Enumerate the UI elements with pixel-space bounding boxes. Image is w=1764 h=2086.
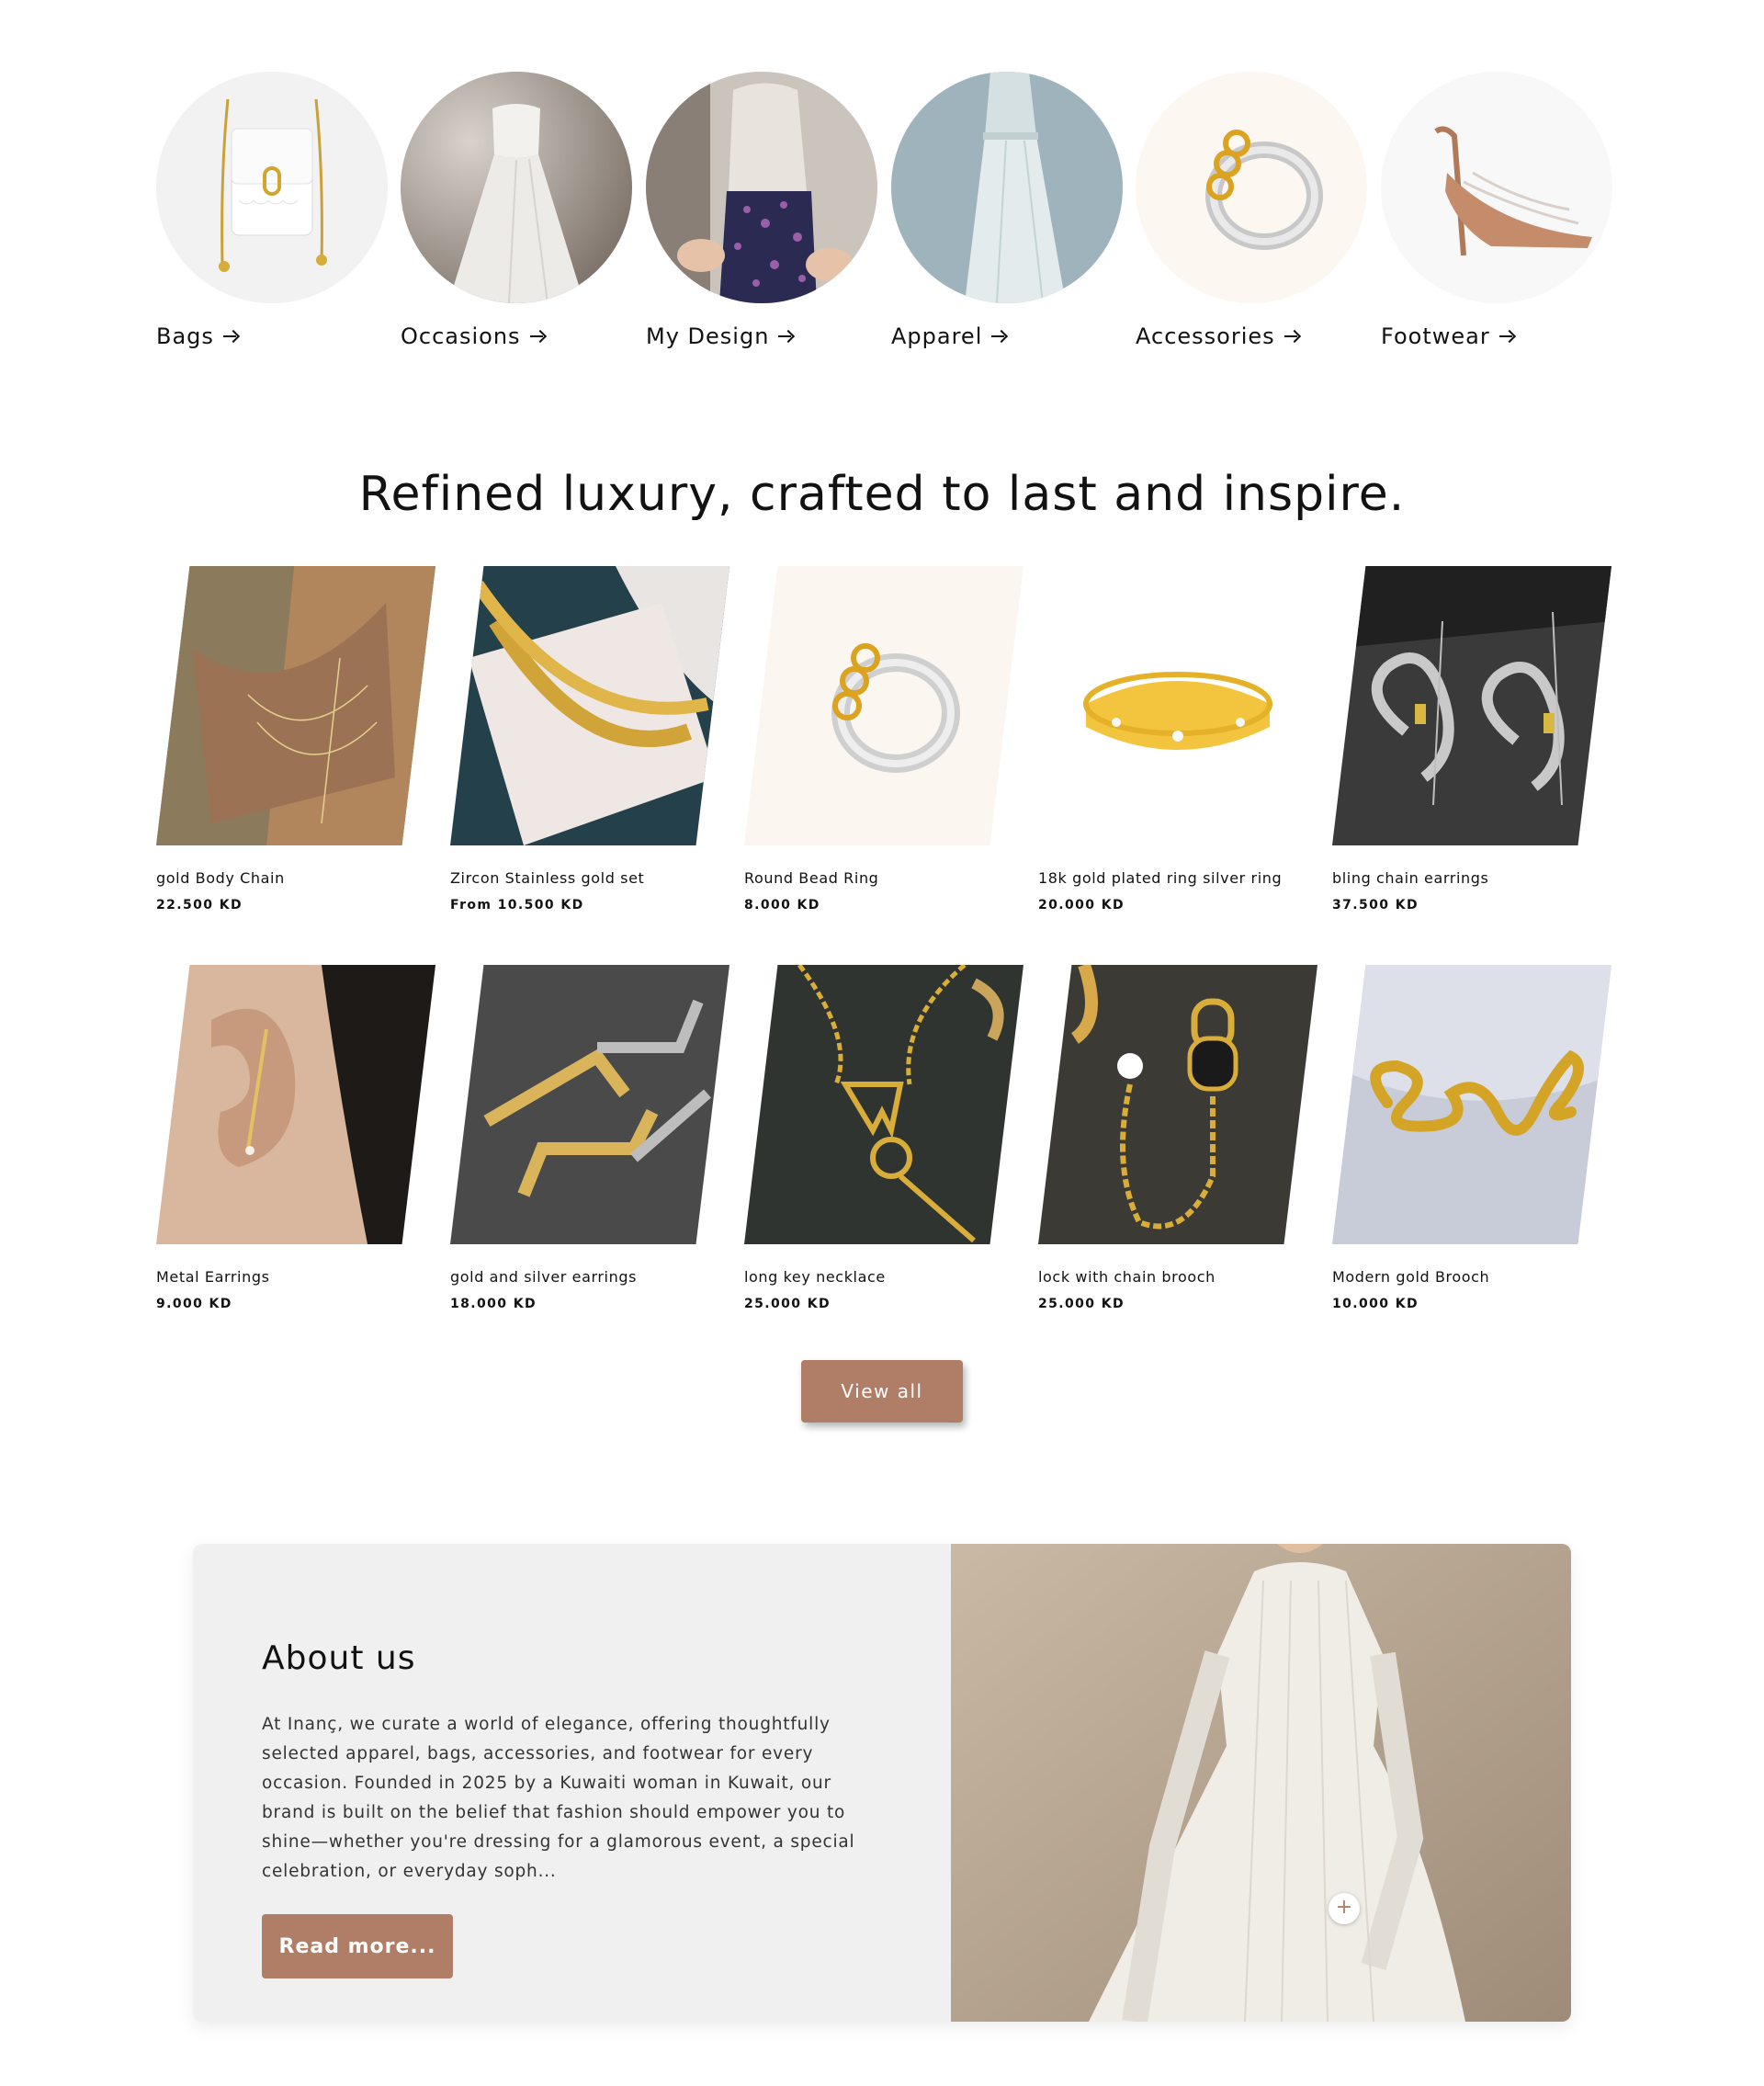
product-image[interactable]	[744, 965, 1023, 1244]
product-title[interactable]: Round Bead Ring	[744, 869, 1023, 887]
category-apparel[interactable]: Apparel	[891, 72, 1123, 349]
product-price: 8.000 KD	[744, 898, 820, 913]
category-link-apparel[interactable]: Apparel	[891, 323, 1123, 349]
product-card[interactable]: long key necklace 25.000 KD	[744, 965, 1023, 1311]
product-image[interactable]	[744, 566, 1023, 845]
product-card[interactable]: gold and silver earrings 18.000 KD	[450, 965, 729, 1311]
about-body: At Inanç, we curate a world of elegance,…	[262, 1715, 855, 1881]
category-link-bags[interactable]: Bags	[156, 323, 388, 349]
category-my-design[interactable]: My Design	[646, 72, 877, 349]
category-list: Bags Occasions My Design Apparel Accesso…	[156, 72, 1612, 366]
product-image[interactable]	[450, 965, 729, 1244]
category-image-apparel[interactable]	[891, 72, 1123, 303]
product-title[interactable]: Metal Earrings	[156, 1268, 435, 1286]
arrow-right-icon	[529, 330, 547, 343]
category-image-occasions[interactable]	[401, 72, 632, 303]
arrow-right-icon	[222, 330, 240, 343]
product-title[interactable]: lock with chain brooch	[1038, 1268, 1317, 1286]
product-image[interactable]	[1332, 965, 1611, 1244]
product-image[interactable]	[450, 566, 729, 845]
image-hotspot-plus-icon[interactable]: +	[1329, 1893, 1360, 1924]
category-bags[interactable]: Bags	[156, 72, 388, 349]
product-title[interactable]: Modern gold Brooch	[1332, 1268, 1611, 1286]
product-price: 10.000 KD	[1332, 1297, 1419, 1311]
category-footwear[interactable]: Footwear	[1381, 72, 1612, 349]
product-card[interactable]: Zircon Stainless gold set From 10.500 KD	[450, 566, 729, 913]
category-label: Apparel	[891, 323, 983, 349]
product-card[interactable]: Round Bead Ring 8.000 KD	[744, 566, 1023, 913]
product-image[interactable]	[1038, 965, 1317, 1244]
collection-heading: Refined luxury, crafted to last and insp…	[358, 467, 1406, 522]
about-title: About us	[262, 1639, 416, 1677]
product-title[interactable]: 18k gold plated ring silver ring	[1038, 869, 1317, 887]
category-image-footwear[interactable]	[1381, 72, 1612, 303]
product-price: 37.500 KD	[1332, 898, 1419, 913]
product-price: 18.000 KD	[450, 1297, 537, 1311]
category-image-my-design[interactable]	[646, 72, 877, 303]
product-card[interactable]: bling chain earrings 37.500 KD	[1332, 566, 1611, 913]
arrow-right-icon	[1283, 330, 1301, 343]
category-label: Accessories	[1136, 323, 1275, 349]
category-label: Occasions	[401, 323, 521, 349]
category-accessories[interactable]: Accessories	[1136, 72, 1367, 349]
about-text-panel: About us At Inanç, we curate a world of …	[193, 1544, 951, 2022]
category-occasions[interactable]: Occasions	[401, 72, 632, 349]
product-card[interactable]: Metal Earrings 9.000 KD	[156, 965, 435, 1311]
category-link-occasions[interactable]: Occasions	[401, 323, 632, 349]
product-card[interactable]: Modern gold Brooch 10.000 KD	[1332, 965, 1611, 1311]
product-card[interactable]: lock with chain brooch 25.000 KD	[1038, 965, 1317, 1311]
product-price: From 10.500 KD	[450, 898, 584, 913]
product-image[interactable]	[1332, 566, 1611, 845]
product-title[interactable]: long key necklace	[744, 1268, 1023, 1286]
category-image-bags[interactable]	[156, 72, 388, 303]
product-price: 9.000 KD	[156, 1297, 232, 1311]
product-price: 22.500 KD	[156, 898, 243, 913]
product-price: 20.000 KD	[1038, 898, 1125, 913]
category-label: Footwear	[1381, 323, 1490, 349]
read-more-button[interactable]: Read more...	[262, 1914, 453, 1978]
product-image[interactable]	[156, 566, 435, 845]
category-link-accessories[interactable]: Accessories	[1136, 323, 1367, 349]
product-price: 25.000 KD	[1038, 1297, 1125, 1311]
view-all-button[interactable]: View all	[801, 1360, 963, 1423]
about-section: About us At Inanç, we curate a world of …	[193, 1544, 1571, 2022]
product-title[interactable]: bling chain earrings	[1332, 869, 1611, 887]
arrow-right-icon	[991, 330, 1008, 343]
product-title[interactable]: gold Body Chain	[156, 869, 435, 887]
product-card[interactable]: 18k gold plated ring silver ring 20.000 …	[1038, 566, 1317, 913]
product-image[interactable]	[156, 965, 435, 1244]
arrow-right-icon	[1498, 330, 1516, 343]
product-title[interactable]: Zircon Stainless gold set	[450, 869, 729, 887]
product-image[interactable]	[1038, 566, 1317, 845]
category-label: My Design	[646, 323, 770, 349]
product-card[interactable]: gold Body Chain 22.500 KD	[156, 566, 435, 913]
category-label: Bags	[156, 323, 214, 349]
arrow-right-icon	[778, 330, 795, 343]
product-price: 25.000 KD	[744, 1297, 831, 1311]
product-title[interactable]: gold and silver earrings	[450, 1268, 729, 1286]
category-image-accessories[interactable]	[1136, 72, 1367, 303]
about-image: +	[951, 1544, 1571, 2022]
category-link-my-design[interactable]: My Design	[646, 323, 877, 349]
category-link-footwear[interactable]: Footwear	[1381, 323, 1612, 349]
